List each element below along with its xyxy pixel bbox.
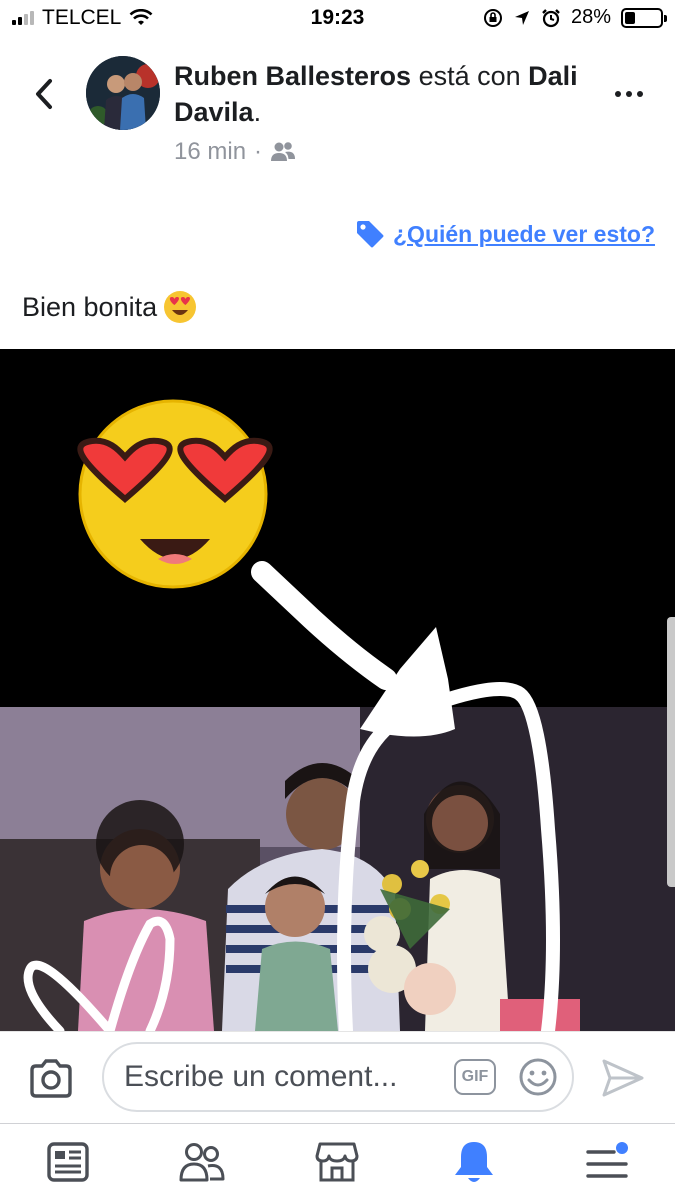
more-dot-icon [626, 91, 632, 97]
tab-menu[interactable] [583, 1138, 631, 1186]
location-icon [514, 10, 529, 25]
bell-icon [455, 1142, 493, 1182]
tab-friends[interactable] [178, 1138, 226, 1186]
alarm-icon [542, 8, 560, 27]
tab-marketplace[interactable] [313, 1138, 361, 1186]
send-button[interactable] [601, 1058, 645, 1098]
with-text: está con [411, 61, 529, 91]
more-options-button[interactable] [609, 84, 649, 104]
author-line-tail: . [253, 97, 262, 127]
battery-icon [621, 7, 667, 28]
menu-icon [586, 1142, 628, 1178]
meta-separator: · [254, 138, 263, 165]
comment-input[interactable]: Escribe un coment... GIF [102, 1042, 574, 1112]
send-icon [602, 1059, 644, 1097]
post-author-line: Ruben Ballesteros está con Dali Davila. [174, 58, 594, 130]
post-text: Bien bonita [22, 290, 197, 324]
friends-icon [179, 1143, 225, 1182]
friends-audience-icon [271, 142, 296, 161]
post-meta: 16 min · [174, 138, 296, 166]
tab-bar [0, 1123, 675, 1200]
comment-bar: Escribe un coment... GIF [0, 1031, 675, 1123]
chevron-left-icon [36, 79, 52, 109]
tag-icon [357, 221, 384, 248]
post-photo[interactable] [0, 349, 675, 1031]
marketplace-icon [315, 1142, 359, 1182]
status-right: 28% [483, 6, 667, 29]
status-bar: TELCEL 19:23 28% [0, 0, 675, 38]
camera-button[interactable] [28, 1056, 74, 1102]
battery-fill [625, 11, 635, 24]
back-button[interactable] [24, 74, 64, 114]
gif-button[interactable]: GIF [454, 1059, 496, 1095]
tab-notifications[interactable] [450, 1138, 498, 1186]
avatar-image [86, 56, 160, 130]
more-dot-icon [615, 91, 621, 97]
photo-image [0, 349, 675, 1031]
news-feed-icon [47, 1142, 89, 1182]
author-name[interactable]: Ruben Ballesteros [174, 61, 411, 91]
emoji-icon[interactable] [518, 1057, 558, 1097]
more-dot-icon [637, 91, 643, 97]
photo-scroll-indicator[interactable] [667, 617, 675, 887]
privacy-link-label[interactable]: ¿Quién puede ver esto? [393, 221, 655, 248]
tab-news-feed[interactable] [44, 1138, 92, 1186]
heart-eyes-emoji-icon [164, 291, 197, 323]
post-time[interactable]: 16 min [174, 138, 246, 166]
privacy-link[interactable]: ¿Quién puede ver esto? [355, 220, 655, 248]
post-text-body: Bien bonita [22, 291, 158, 322]
camera-icon [30, 1059, 72, 1098]
author-avatar[interactable] [86, 56, 160, 130]
battery-percent: 28% [570, 6, 611, 28]
rotation-lock-icon [483, 8, 502, 27]
comment-placeholder: Escribe un coment... [124, 1060, 398, 1093]
